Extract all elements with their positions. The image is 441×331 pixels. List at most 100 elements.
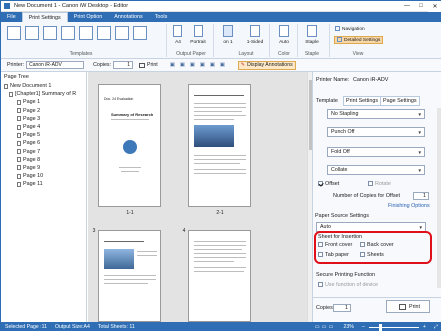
fold-select[interactable]: Fold Off ▼: [327, 147, 425, 157]
rotate-checkbox[interactable]: Rotate: [368, 181, 391, 187]
template-icon-1[interactable]: [7, 26, 21, 40]
tree-chapter[interactable]: [Chapter1] Summary of R: [1, 90, 86, 98]
tree-page-item[interactable]: Page 7: [1, 148, 86, 156]
tree-page-item[interactable]: Page 6: [1, 139, 86, 147]
offset-checkbox[interactable]: Offset: [318, 181, 339, 187]
total-sheets-status: Total Sheets: 11: [97, 324, 135, 330]
thumb-line: [137, 251, 157, 252]
tab-page-settings[interactable]: Page Settings: [380, 96, 420, 106]
use-function-checkbox[interactable]: Use function of device: [318, 282, 378, 288]
tree-page-label: Page 3: [23, 115, 41, 122]
back-cover-checkbox[interactable]: Back cover: [360, 242, 394, 248]
tree-page-label: Page 8: [23, 156, 41, 163]
view-mode-icons[interactable]: ▭▭▭: [311, 324, 340, 330]
sided-label[interactable]: 1-Sided: [243, 40, 267, 45]
template-icon-6[interactable]: [97, 26, 111, 40]
chevron-down-icon: ▼: [418, 224, 423, 230]
tree-page-label: Page 9: [23, 164, 41, 171]
staple-label[interactable]: Staple: [302, 40, 322, 45]
checkbox-unchecked: [318, 242, 323, 248]
tab-paper-checkbox[interactable]: Tab paper: [318, 252, 349, 258]
pages-per-sheet-label[interactable]: on 1: [219, 40, 237, 45]
tree-page-item[interactable]: Page 3: [1, 115, 86, 123]
page-thumbnail-3[interactable]: [98, 230, 161, 322]
punch-select[interactable]: Punch Off ▼: [327, 127, 425, 137]
thumb-logo: [123, 140, 137, 154]
staple-icon[interactable]: [307, 25, 317, 37]
thumb-line: [194, 111, 242, 112]
checkbox-unchecked: [368, 181, 373, 187]
copies-input[interactable]: 1: [113, 61, 134, 69]
page-thumbnail-4[interactable]: [188, 230, 251, 322]
tree-page-item[interactable]: Page 10: [1, 172, 86, 180]
num-copies-offset-input[interactable]: 1: [413, 192, 429, 200]
zoom-out-button[interactable]: –: [358, 324, 369, 330]
tree-page-label: Page 2: [23, 107, 41, 114]
zoom-slider[interactable]: [368, 323, 419, 331]
finishing-options-link[interactable]: Finishing Options: [388, 203, 430, 209]
tab-template[interactable]: Template: [316, 98, 338, 104]
navigation-toggle[interactable]: Navigation: [335, 26, 365, 32]
tree-page-item[interactable]: Page 4: [1, 123, 86, 131]
template-icon-3[interactable]: [43, 26, 57, 40]
sheet-for-insertion-label: Sheet for Insertion: [318, 234, 363, 240]
tab-print-settings[interactable]: Print Settings: [21, 12, 68, 22]
page-thumbnail-1[interactable]: Doc. 24 Evaluation Summary of Research: [98, 84, 161, 207]
collate-select[interactable]: Collate ▼: [327, 165, 425, 175]
staple-select-value: No Stapling: [331, 111, 359, 117]
tree-page-item[interactable]: Page 9: [1, 164, 86, 172]
page-icon: [17, 132, 21, 138]
tree-page-item[interactable]: Page 11: [1, 180, 86, 188]
template-icon-2[interactable]: [25, 26, 39, 40]
tree-page-item[interactable]: Page 8: [1, 156, 86, 164]
tree-page-item[interactable]: Page 2: [1, 107, 86, 115]
template-icon-4[interactable]: [61, 26, 75, 40]
zoom-in-button[interactable]: +: [419, 324, 430, 330]
template-icon-7[interactable]: [115, 26, 129, 40]
printer-select[interactable]: Canon iR-ADV: [26, 61, 85, 69]
thumb-line: [121, 171, 139, 172]
panel-copies-input[interactable]: 1: [333, 304, 351, 312]
tab-annotations[interactable]: Annotations: [108, 12, 148, 22]
group-color-label: Color: [278, 51, 290, 57]
maximize-button[interactable]: □: [414, 1, 428, 12]
page-thumbnail-2[interactable]: [188, 84, 251, 207]
tab-file[interactable]: File: [1, 12, 22, 22]
tree-document-label: New Document 1: [10, 83, 52, 90]
use-function-label: Use function of device: [325, 282, 379, 288]
staple-select[interactable]: No Stapling ▼: [327, 109, 425, 119]
panel-scrollbar[interactable]: [437, 108, 441, 288]
ribbon-tabs: File Print Settings Print Option Annotat…: [1, 12, 441, 22]
tab-paper-label: Tab paper: [325, 252, 349, 258]
pages-per-sheet-icon[interactable]: [223, 25, 233, 37]
orientation-label[interactable]: Portrait: [187, 40, 209, 45]
panel-print-button[interactable]: Print: [386, 300, 430, 313]
paper-size-label[interactable]: A4: [173, 40, 183, 45]
tab-page-settings-label: Page Settings: [383, 98, 417, 104]
tree-document[interactable]: New Document 1: [1, 82, 86, 90]
sided-icon[interactable]: [250, 25, 260, 37]
orientation-icon[interactable]: [194, 25, 203, 37]
fit-page-icon[interactable]: ⤢: [430, 324, 441, 331]
print-button[interactable]: Print: [137, 61, 160, 70]
template-icon-5[interactable]: [79, 26, 93, 40]
display-annotations-button[interactable]: ✎ Display Annotations: [237, 60, 296, 70]
printer-name-value: Canon iR-ADV: [353, 77, 389, 83]
paper-source-select-value: Auto: [320, 224, 331, 230]
tab-panel-print-settings[interactable]: Print Settings: [343, 96, 382, 106]
paper-size-icon[interactable]: [173, 25, 182, 37]
tree-page-item[interactable]: Page 1: [1, 98, 86, 106]
tree-page-item[interactable]: Page 5: [1, 131, 86, 139]
template-icon-8[interactable]: [133, 26, 147, 40]
color-mode-icon[interactable]: [279, 25, 289, 37]
tab-print-option[interactable]: Print Option: [68, 12, 108, 22]
tab-tools[interactable]: Tools: [149, 12, 174, 22]
sheets-checkbox[interactable]: Sheets: [360, 252, 384, 258]
detailed-settings-toggle[interactable]: Detailed Settings: [334, 36, 384, 44]
front-cover-checkbox[interactable]: Front cover: [318, 242, 352, 248]
color-mode-label[interactable]: Auto: [275, 40, 293, 45]
checkbox-unchecked: [360, 252, 365, 258]
close-button[interactable]: ✕: [428, 0, 441, 12]
zoom-slider-thumb[interactable]: [378, 323, 382, 331]
minimize-button[interactable]: —: [400, 1, 414, 12]
